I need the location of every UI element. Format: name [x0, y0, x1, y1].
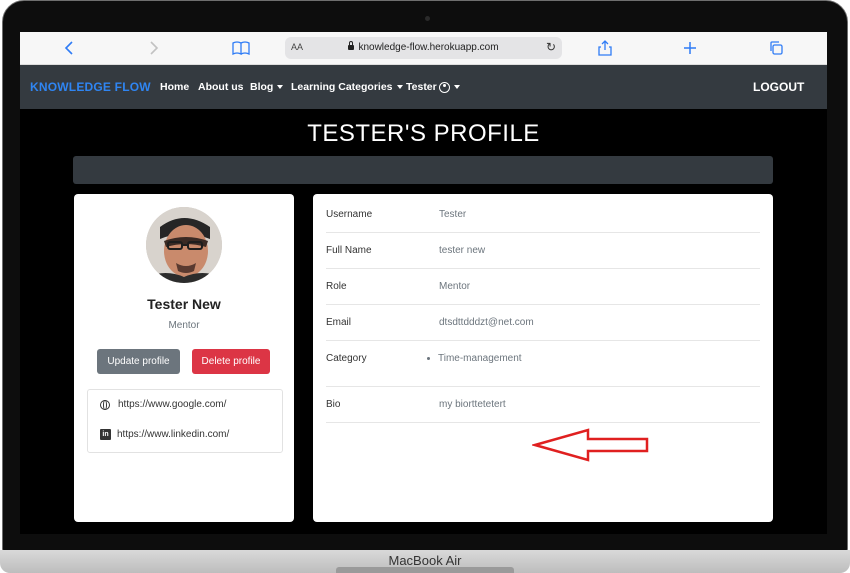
- globe-icon: [100, 399, 110, 410]
- linkedin-link[interactable]: in https://www.linkedin.com/: [100, 429, 229, 440]
- camera-dot: [425, 16, 430, 21]
- website-link[interactable]: https://www.google.com/: [100, 399, 226, 410]
- divider: [326, 340, 760, 341]
- url-display: knowledge-flow.herokuapp.com: [285, 41, 562, 53]
- bullet-icon: [427, 356, 430, 360]
- logout-link[interactable]: LOGOUT: [753, 80, 804, 94]
- profile-details-card: Username Tester Full Name tester new Rol…: [313, 194, 773, 522]
- laptop-frame: MacBook Air AA knowledge-flow.herokuapp.…: [0, 0, 850, 573]
- nav-user-label: Tester: [406, 81, 437, 93]
- website-link-text: https://www.google.com/: [118, 399, 227, 410]
- device-label: MacBook Air: [388, 553, 462, 568]
- detail-label: Full Name: [326, 245, 372, 256]
- detail-label: Username: [326, 209, 373, 220]
- delete-profile-button[interactable]: Delete profile: [192, 349, 270, 374]
- profile-card: Tester New Mentor Update profile Delete …: [74, 194, 294, 522]
- social-links: https://www.google.com/ in https://www.l…: [87, 389, 283, 453]
- divider: [326, 386, 760, 387]
- forward-icon[interactable]: [144, 38, 164, 58]
- detail-label: Email: [326, 317, 352, 328]
- address-bar[interactable]: AA knowledge-flow.herokuapp.com ↻: [285, 37, 562, 59]
- detail-value: dtsdttdddzt@net.com: [439, 317, 534, 328]
- detail-value: Tester: [439, 209, 467, 220]
- detail-label: Category: [326, 353, 367, 364]
- nav-about[interactable]: About us: [198, 81, 244, 93]
- back-icon[interactable]: [59, 38, 79, 58]
- update-profile-button[interactable]: Update profile: [97, 349, 180, 374]
- divider: [326, 422, 760, 423]
- divider: [326, 304, 760, 305]
- site-navbar: KNOWLEDGE FLOW Home About us Blog Learni…: [20, 65, 827, 109]
- profile-role: Mentor: [168, 320, 200, 331]
- screen: AA knowledge-flow.herokuapp.com ↻ KNOWLE…: [20, 32, 827, 534]
- detail-value: tester new: [439, 245, 486, 256]
- user-circle-icon: [438, 81, 450, 93]
- detail-value: Time-management: [427, 353, 522, 364]
- brand-link[interactable]: KNOWLEDGE FLOW: [30, 80, 151, 94]
- detail-value: my biorttetetert: [439, 399, 506, 410]
- detail-label: Bio: [326, 399, 341, 410]
- page-title: TESTER'S PROFILE: [307, 120, 540, 147]
- tabs-icon[interactable]: [766, 38, 786, 58]
- nav-blog[interactable]: Blog: [250, 81, 284, 93]
- chevron-down-icon: [396, 85, 403, 90]
- chevron-down-icon: [277, 85, 284, 90]
- share-icon[interactable]: [595, 38, 615, 58]
- detail-value: Mentor: [439, 281, 471, 292]
- annotation-arrow-icon: [532, 428, 649, 462]
- lock-icon: [348, 41, 355, 50]
- browser-toolbar: AA knowledge-flow.herokuapp.com ↻: [20, 32, 827, 65]
- new-tab-icon[interactable]: [680, 38, 700, 58]
- nav-learning-categories[interactable]: Learning Categories: [291, 81, 403, 93]
- reload-icon[interactable]: ↻: [546, 40, 556, 54]
- nav-home[interactable]: Home: [160, 81, 189, 93]
- chevron-down-icon: [453, 85, 460, 90]
- profile-banner: [73, 156, 773, 184]
- linkedin-link-text: https://www.linkedin.com/: [117, 429, 230, 440]
- divider: [326, 268, 760, 269]
- divider: [326, 232, 760, 233]
- url-text: knowledge-flow.herokuapp.com: [358, 42, 499, 53]
- bookmarks-icon[interactable]: [231, 38, 251, 58]
- avatar: [146, 207, 222, 283]
- nav-blog-label: Blog: [250, 81, 274, 93]
- nav-user-menu[interactable]: Tester: [406, 81, 460, 93]
- detail-label: Role: [326, 281, 347, 292]
- linkedin-icon: in: [100, 429, 111, 440]
- nav-learning-categories-label: Learning Categories: [291, 81, 393, 93]
- profile-name: Tester New: [147, 296, 221, 312]
- category-item: Time-management: [438, 353, 522, 364]
